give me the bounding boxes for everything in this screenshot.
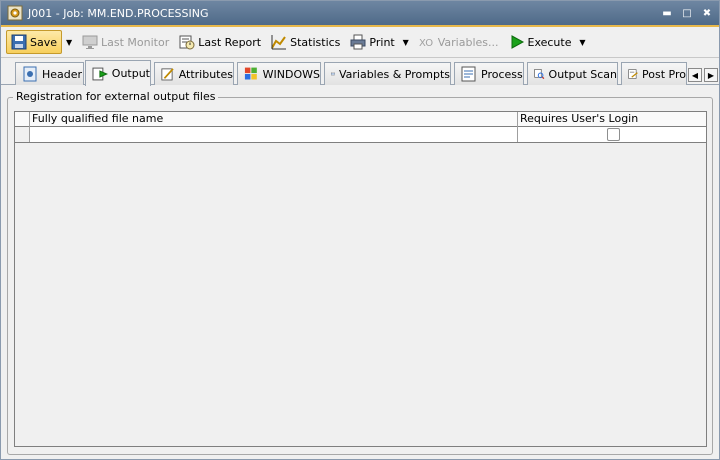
- maximize-button[interactable]: □: [679, 5, 695, 21]
- close-button[interactable]: ✖: [699, 5, 715, 21]
- print-label: Print: [369, 35, 395, 49]
- tab-process-label: Process: [481, 67, 523, 81]
- requires-login-cell[interactable]: [518, 127, 706, 142]
- tab-header-label: Header: [42, 67, 83, 81]
- print-button[interactable]: Print: [346, 30, 398, 54]
- last-report-button[interactable]: Last Report: [175, 30, 265, 54]
- tab-strip: Header Output Attributes WINDOWS Variabl…: [1, 59, 719, 86]
- tab-post-process-label: Post Pro: [642, 67, 686, 81]
- tab-scroll-right-button[interactable]: ▶: [704, 68, 718, 82]
- toolbar: Save ▼ Last Monitor Last Report Statisti…: [1, 25, 719, 58]
- post-process-icon: [628, 69, 638, 79]
- print-dropdown-button[interactable]: ▼: [401, 30, 411, 54]
- monitor-icon: [82, 35, 98, 49]
- grid-header: Fully qualified file name Requires User'…: [15, 112, 706, 127]
- svg-text:XO: XO: [419, 38, 433, 49]
- tab-process[interactable]: Process: [454, 62, 524, 85]
- tab-scroll-left-button[interactable]: ◀: [688, 68, 702, 82]
- attributes-icon: [161, 68, 174, 81]
- statistics-label: Statistics: [290, 35, 341, 49]
- execute-label: Execute: [527, 35, 572, 49]
- save-button[interactable]: Save: [6, 30, 63, 54]
- column-header-file-name[interactable]: Fully qualified file name: [30, 112, 518, 127]
- window-title: J001 - Job: MM.END.PROCESSING: [28, 6, 209, 20]
- last-report-label: Last Report: [198, 35, 262, 49]
- variables-icon: [331, 72, 335, 76]
- minimize-button[interactable]: ▬: [659, 5, 675, 21]
- variables-xo-icon: XO: [419, 38, 433, 49]
- row-selector-header: [15, 112, 30, 127]
- output-files-grid[interactable]: Fully qualified file name Requires User'…: [14, 111, 707, 447]
- report-clock-icon: [179, 35, 195, 50]
- requires-login-checkbox[interactable]: [607, 128, 620, 141]
- tab-windows[interactable]: WINDOWS: [237, 62, 321, 85]
- tab-variables-label: Variables & Prompts: [338, 67, 450, 81]
- table-row[interactable]: [15, 127, 706, 143]
- group-title: Registration for external output files: [13, 90, 219, 103]
- file-name-cell[interactable]: [30, 127, 518, 142]
- save-dropdown-button[interactable]: ▼: [64, 30, 74, 54]
- tab-output-label: Output: [111, 67, 150, 80]
- execute-button[interactable]: Execute: [505, 30, 576, 54]
- statistics-button[interactable]: Statistics: [267, 30, 344, 54]
- save-label: Save: [30, 35, 58, 49]
- last-monitor-label: Last Monitor: [101, 35, 170, 49]
- chart-icon: [271, 35, 287, 50]
- tab-variables-prompts[interactable]: Variables & Prompts: [324, 62, 451, 85]
- variables-label: Variables...: [437, 35, 499, 49]
- output-icon: [92, 67, 108, 80]
- tab-output-scan-label: Output Scan: [548, 67, 617, 81]
- title-bar[interactable]: J001 - Job: MM.END.PROCESSING ▬ □ ✖: [1, 1, 719, 25]
- output-scan-icon: [534, 69, 545, 80]
- windows-icon: [244, 67, 257, 80]
- job-window: J001 - Job: MM.END.PROCESSING ▬ □ ✖ Save…: [0, 0, 720, 460]
- tab-header[interactable]: Header: [15, 62, 84, 85]
- last-monitor-button[interactable]: Last Monitor: [78, 30, 173, 54]
- printer-icon: [350, 34, 366, 50]
- tab-output-scan[interactable]: Output Scan: [527, 62, 618, 85]
- column-header-requires-login[interactable]: Requires User's Login: [518, 112, 706, 127]
- tab-output[interactable]: Output: [85, 60, 151, 86]
- execute-dropdown-button[interactable]: ▼: [578, 30, 588, 54]
- play-icon: [511, 35, 524, 49]
- tab-attributes-label: Attributes: [178, 67, 233, 81]
- job-gear-icon: [7, 5, 23, 21]
- process-icon: [461, 66, 476, 82]
- header-icon: [23, 66, 37, 82]
- tab-attributes[interactable]: Attributes: [154, 62, 234, 85]
- floppy-disk-icon: [11, 34, 27, 50]
- variables-button[interactable]: XO Variables...: [415, 30, 503, 54]
- row-selector[interactable]: [15, 127, 30, 142]
- tab-post-process[interactable]: Post Pro: [621, 62, 687, 85]
- tab-windows-label: WINDOWS: [262, 67, 320, 81]
